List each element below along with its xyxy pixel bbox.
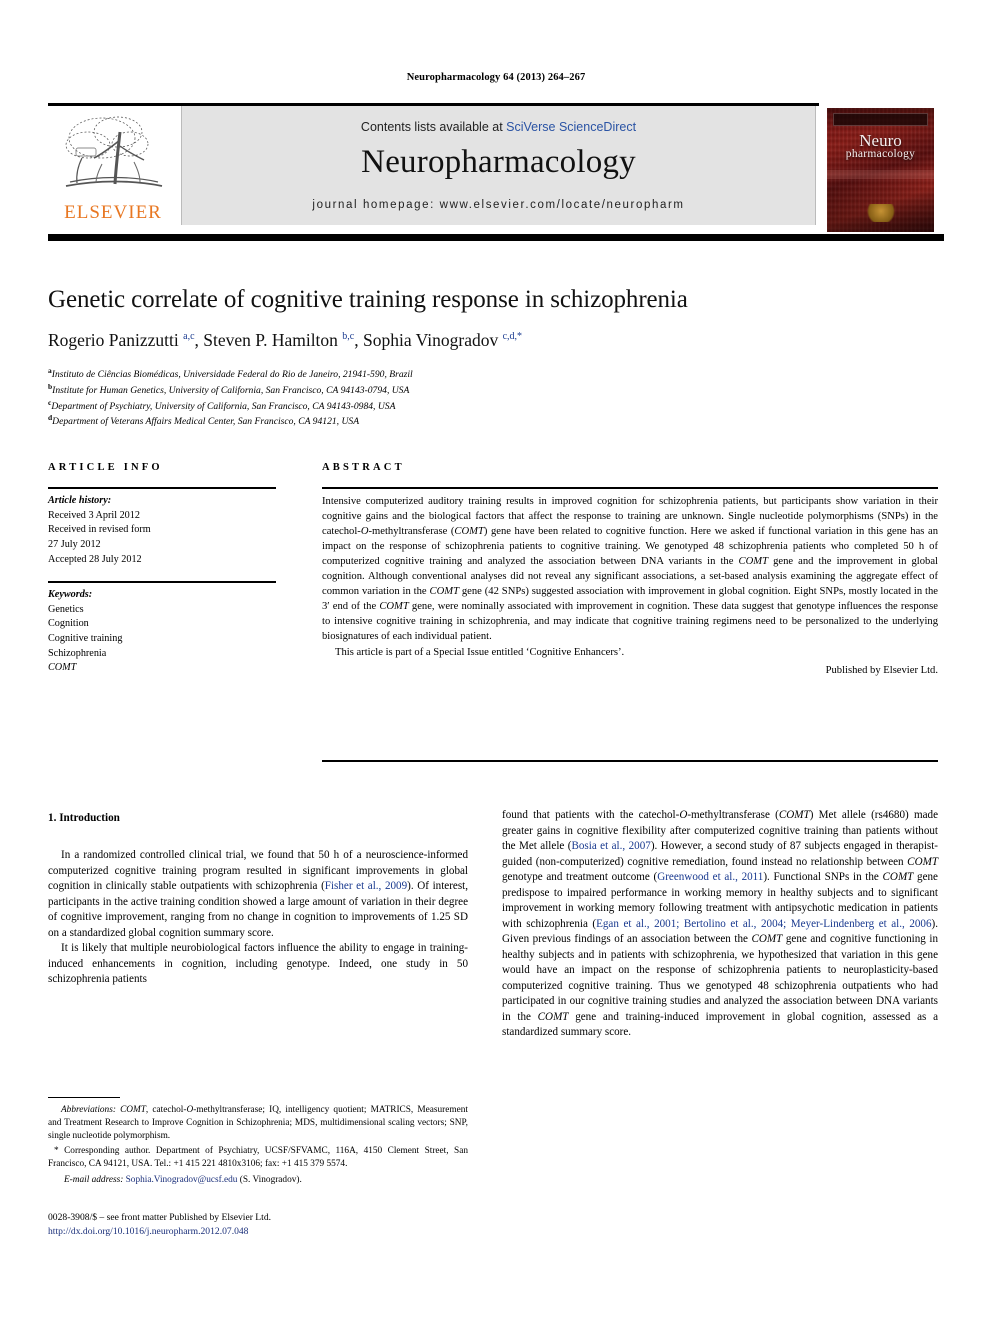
body-paragraph: In a randomized controlled clinical tria… — [48, 849, 468, 939]
affiliation-text: Department of Veterans Affairs Medical C… — [52, 416, 360, 428]
abstract-heading: ABSTRACT — [322, 462, 405, 473]
cover-society-logo-icon — [863, 204, 898, 222]
affiliation-text: Department of Psychiatry, University of … — [51, 400, 396, 412]
cover-top-bar — [833, 113, 928, 126]
cover-band — [827, 170, 934, 179]
article-history-line: Received in revised form — [48, 524, 151, 536]
article-info-rule — [48, 487, 276, 489]
page-title: Genetic correlate of cognitive training … — [48, 286, 688, 313]
keywords-label: Keywords: — [48, 589, 93, 600]
abstract-bottom-rule — [322, 760, 938, 762]
affiliation-text: Institute for Human Genetics, University… — [52, 384, 410, 396]
affiliation-item: bInstitute for Human Genetics, Universit… — [48, 381, 410, 396]
journal-title: Neuropharmacology — [361, 144, 636, 180]
body-paragraph: It is likely that multiple neurobiologic… — [48, 942, 468, 986]
section-heading-introduction: 1. Introduction — [48, 812, 120, 824]
sciencedirect-link[interactable]: SciVerse ScienceDirect — [506, 120, 636, 134]
abstract-block: Intensive computerized auditory training… — [322, 494, 938, 678]
keyword-item: Cognition — [48, 618, 89, 630]
contents-line: Contents lists available at SciVerse Sci… — [182, 120, 815, 134]
email-link[interactable]: Sophia.Vinogradov@ucsf.edu — [126, 1175, 238, 1185]
footnote-corresponding-author: * Corresponding author. Department of Ps… — [48, 1146, 468, 1170]
article-history-line: Received 3 April 2012 — [48, 509, 140, 521]
footnote-email: E-mail address: Sophia.Vinogradov@ucsf.e… — [48, 1174, 468, 1187]
cover-title-line2: pharmacology — [845, 148, 916, 160]
affiliation-item: cDepartment of Psychiatry, University of… — [48, 397, 396, 412]
affiliation-item: dDepartment of Veterans Affairs Medical … — [48, 413, 360, 428]
author-list: Rogerio Panizzutti a,c, Steven P. Hamilt… — [48, 330, 523, 350]
abstract-special-issue: This article is part of a Special Issue … — [335, 647, 625, 659]
email-owner: (S. Vinogradov). — [239, 1175, 302, 1186]
body-paragraph: found that patients with the catechol-O-… — [502, 809, 939, 1039]
body-column-left: In a randomized controlled clinical tria… — [48, 848, 468, 988]
affiliation-item: aInstituto de Ciências Biomédicas, Unive… — [48, 366, 413, 381]
article-info-heading: ARTICLE INFO — [48, 462, 163, 473]
keyword-item: COMT — [48, 662, 77, 674]
keywords-rule — [48, 581, 276, 583]
journal-header-band: ELSEVIER Contents lists available at Sci… — [48, 106, 944, 234]
journal-cover-thumbnail: Neuro pharmacology — [818, 106, 944, 234]
keyword-item: Cognitive training — [48, 633, 123, 645]
journal-banner: Contents lists available at SciVerse Sci… — [181, 106, 816, 225]
doi-link[interactable]: http://dx.doi.org/10.1016/j.neuropharm.2… — [48, 1225, 468, 1239]
running-head: Neuropharmacology 64 (2013) 264–267 — [406, 72, 586, 83]
issn-line: 0028-3908/$ – see front matter Published… — [48, 1212, 272, 1223]
article-history-line: Accepted 28 July 2012 — [48, 553, 142, 565]
journal-homepage[interactable]: journal homepage: www.elsevier.com/locat… — [182, 199, 815, 211]
cover-title: Neuro pharmacology — [827, 132, 934, 161]
abstract-copyright: Published by Elsevier Ltd. — [825, 665, 938, 677]
imprint-block: 0028-3908/$ – see front matter Published… — [48, 1211, 468, 1240]
contents-prefix: Contents lists available at — [360, 120, 507, 134]
footnote-abbreviations: Abbreviations: COMT, catechol-O-methyltr… — [48, 1105, 468, 1142]
abstract-body: Intensive computerized auditory training… — [322, 496, 938, 643]
keywords-list: Keywords: Genetics Cognition Cognitive t… — [48, 588, 283, 676]
affiliation-list: aInstituto de Ciências Biomédicas, Unive… — [48, 366, 748, 429]
cover-title-line1: Neuro — [859, 131, 902, 150]
footnote-rule — [48, 1097, 120, 1098]
abstract-top-rule — [322, 487, 938, 489]
footnote-block: Abbreviations: COMT, catechol-O-methyltr… — [48, 1104, 468, 1187]
elsevier-tree-icon — [65, 116, 163, 187]
article-history-label: Article history: — [48, 495, 112, 506]
cover-artwork: Neuro pharmacology — [827, 108, 934, 232]
elsevier-logo: ELSEVIER — [48, 106, 178, 234]
body-column-right: found that patients with the catechol-O-… — [502, 808, 938, 1041]
article-history: Article history: Received 3 April 2012 R… — [48, 494, 283, 567]
email-label: E-mail address: — [64, 1175, 124, 1186]
article-history-line: 27 July 2012 — [48, 539, 101, 551]
journal-article-page: Neuropharmacology 64 (2013) 264–267 ELSE… — [0, 0, 992, 1323]
header-bottom-rule — [48, 234, 944, 241]
affiliation-text: Instituto de Ciências Biomédicas, Univer… — [51, 369, 413, 381]
keyword-item: Schizophrenia — [48, 647, 107, 659]
elsevier-wordmark: ELSEVIER — [64, 202, 162, 223]
keyword-item: Genetics — [48, 603, 84, 615]
